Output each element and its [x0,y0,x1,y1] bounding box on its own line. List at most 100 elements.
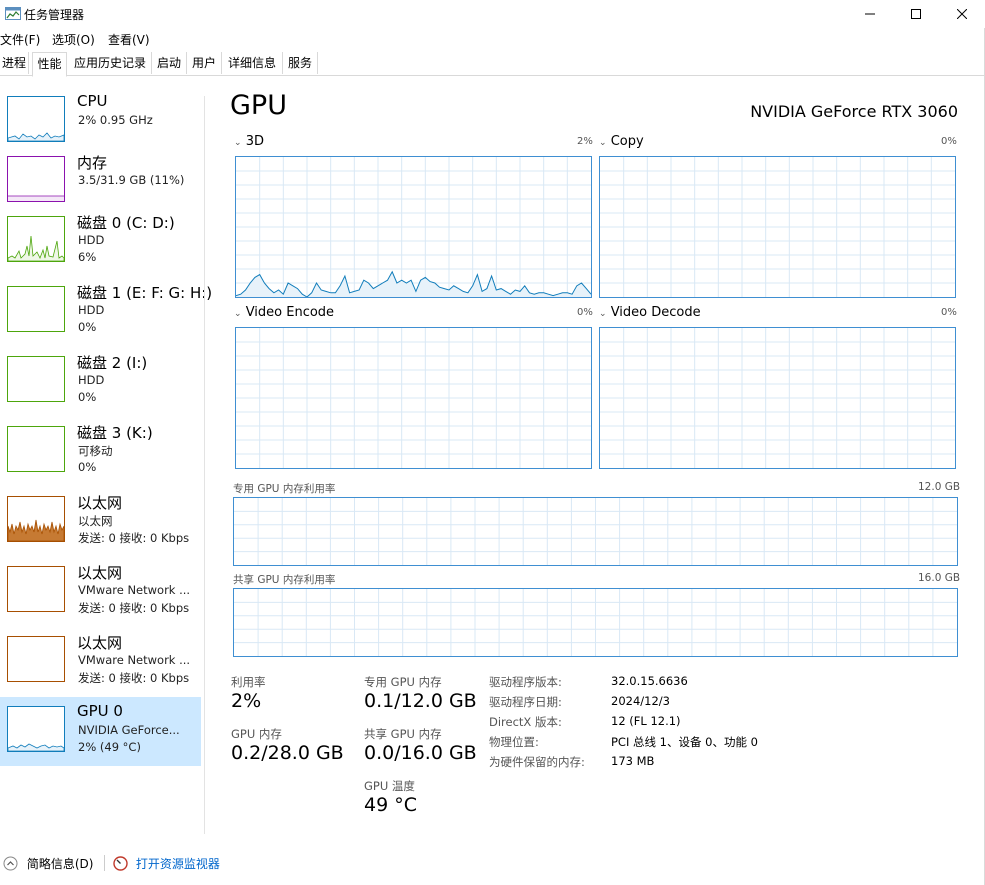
shared-memory-value: 0.0/16.0 GB [364,742,477,764]
graph-3d-selector[interactable]: ⌄ 3D [234,134,264,149]
resource-sidebar: CPU 2% 0.95 GHz 内存 3.5/31.9 GB (11%) 磁盘 … [0,90,212,770]
sidebar-divider [204,96,205,834]
sidebar-item-ethernet-2[interactable]: 以太网 VMware Network ... 发送: 0 接收: 0 Kbps [0,630,201,698]
sidebar-item-disk-3[interactable]: 磁盘 3 (K:) 可移动 0% [0,420,201,488]
sidebar-item-usage: 发送: 0 接收: 0 Kbps [78,671,190,685]
utilization-value: 2% [231,690,262,712]
minimize-icon [865,13,875,15]
dedicated-memory-graph-label: 专用 GPU 内存利用率 [233,483,336,495]
graph-video-decode [599,327,956,469]
sidebar-item-detail: 3.5/31.9 GB (11%) [78,173,185,187]
driver-date-value: 2024/12/3 [611,694,670,708]
sidebar-item-memory[interactable]: 内存 3.5/31.9 GB (11%) [0,150,201,218]
fewer-details-label: 简略信息(D) [26,857,94,871]
sidebar-item-name: 内存 [77,154,108,172]
open-resource-monitor-link[interactable]: 打开资源监视器 [113,855,220,872]
sidebar-item-detail: VMware Network ... [78,583,191,597]
minimize-button[interactable] [847,0,893,28]
sidebar-item-name: 以太网 [77,634,123,652]
task-manager-icon [5,7,21,20]
sidebar-item-disk-2[interactable]: 磁盘 2 (I:) HDD 0% [0,350,201,418]
graph-video-encode-plot [236,328,591,468]
shared-memory-graph [233,588,958,657]
memory-thumbnail-graph [7,156,65,202]
disk-3-thumbnail-graph [7,426,65,472]
sidebar-item-usage: 发送: 0 接收: 0 Kbps [78,601,190,615]
ethernet-0-thumbnail-graph [7,496,65,542]
sidebar-item-usage: 0% [78,390,97,404]
sidebar-item-detail: 2% 0.95 GHz [78,113,153,127]
graph-video-decode-percent: 0% [941,307,957,318]
graph-3d-label: 3D [245,134,264,149]
close-button[interactable] [939,0,985,28]
gpu-temperature-label: GPU 温度 [364,779,415,793]
tab-services[interactable]: 服务 [283,52,318,74]
sidebar-item-usage: 0% [78,460,97,474]
sidebar-item-disk-0[interactable]: 磁盘 0 (C: D:) HDD 6% [0,210,201,278]
chevron-up-circle-icon [3,856,18,871]
sidebar-item-detail: NVIDIA GeForce... [78,723,180,737]
menu-options[interactable]: 选项(O) [52,31,95,48]
graph-3d-percent: 2% [577,136,593,147]
graph-3d-plot [236,157,591,297]
sidebar-item-detail: HDD [78,373,105,387]
graph-video-decode-selector[interactable]: ⌄ Video Decode [599,305,701,320]
fewer-details-link[interactable]: 简略信息(D) [3,855,93,872]
chevron-down-icon: ⌄ [234,309,242,319]
menu-view[interactable]: 查看(V) [108,31,150,48]
gpu-0-thumbnail-graph [7,706,65,752]
graph-copy-selector[interactable]: ⌄ Copy [599,134,644,149]
sidebar-item-gpu-0[interactable]: GPU 0 NVIDIA GeForce... 2% (49 °C) [0,697,201,766]
sidebar-item-name: 磁盘 1 (E: F: G: H:) [77,284,213,302]
graph-copy-percent: 0% [941,136,957,147]
gpu-memory-label: GPU 内存 [231,727,282,741]
tab-startup[interactable]: 启动 [152,52,187,74]
tab-details[interactable]: 详细信息 [222,52,283,74]
dedicated-memory-label: 专用 GPU 内存 [364,675,442,689]
reserved-memory-key: 为硬件保留的内存: [489,755,585,769]
tab-users[interactable]: 用户 [187,52,222,74]
tab-processes[interactable]: 进程 [0,52,29,74]
graph-video-encode [235,327,592,469]
sidebar-item-detail: 以太网 [78,514,113,528]
shared-memory-graph-label: 共享 GPU 内存利用率 [233,574,336,586]
sidebar-item-usage: 发送: 0 接收: 0 Kbps [78,531,190,545]
resource-monitor-icon [113,856,128,871]
shared-memory-graph-max: 16.0 GB [918,572,961,584]
physical-location-value: PCI 总线 1、设备 0、功能 0 [611,735,758,749]
driver-date-key: 驱动程序日期: [489,695,562,709]
chevron-down-icon: ⌄ [599,138,607,148]
cpu-thumbnail-graph [7,96,65,142]
sidebar-item-usage: 6% [78,250,97,264]
window-title: 任务管理器 [24,8,85,22]
directx-version-key: DirectX 版本: [489,715,562,729]
sidebar-item-detail: HDD [78,303,105,317]
graph-video-encode-selector[interactable]: ⌄ Video Encode [234,305,334,320]
sidebar-item-name: GPU 0 [77,702,123,720]
dedicated-memory-graph-max: 12.0 GB [918,481,961,493]
sidebar-item-detail: 可移动 [78,444,113,458]
sidebar-item-ethernet-1[interactable]: 以太网 VMware Network ... 发送: 0 接收: 0 Kbps [0,560,201,628]
ethernet-1-thumbnail-graph [7,566,65,612]
sidebar-item-cpu[interactable]: CPU 2% 0.95 GHz [0,90,201,158]
menu-file[interactable]: 文件(F) [0,31,40,48]
menu-bar: 文件(F) 选项(O) 查看(V) [0,29,985,49]
sidebar-item-detail: HDD [78,233,105,247]
close-icon [957,9,967,19]
sidebar-item-name: 磁盘 2 (I:) [77,354,148,372]
directx-version-value: 12 (FL 12.1) [611,714,681,728]
tab-performance[interactable]: 性能 [32,52,67,77]
maximize-icon [911,9,921,19]
maximize-button[interactable] [893,0,939,28]
tab-app-history[interactable]: 应用历史记录 [69,52,152,74]
sidebar-item-usage: 0% [78,320,97,334]
dedicated-memory-value: 0.1/12.0 GB [364,690,477,712]
sidebar-item-name: 磁盘 0 (C: D:) [77,214,175,232]
footer-bar: 简略信息(D) 打开资源监视器 [0,850,985,880]
dedicated-memory-graph-plot [234,498,957,565]
gpu-model-name: NVIDIA GeForce RTX 3060 [750,102,958,121]
sidebar-item-ethernet-0[interactable]: 以太网 以太网 发送: 0 接收: 0 Kbps [0,490,201,558]
sidebar-item-disk-1[interactable]: 磁盘 1 (E: F: G: H:) HDD 0% [0,280,212,348]
sidebar-item-detail: VMware Network ... [78,653,191,667]
page-title: GPU [230,90,287,121]
